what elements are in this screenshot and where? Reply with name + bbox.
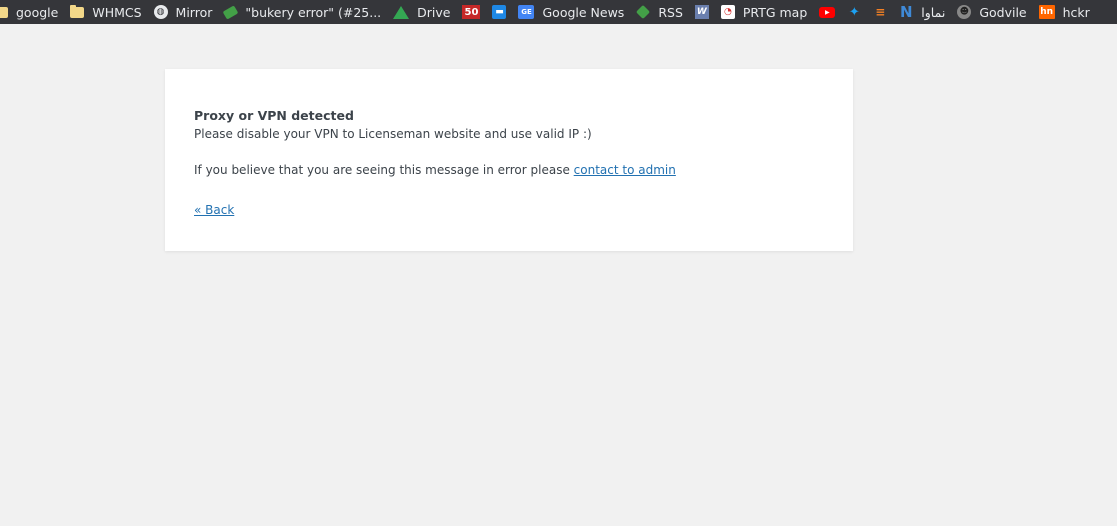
stackoverflow-icon: ≡ bbox=[875, 5, 886, 19]
bookmark-label: hckr bbox=[1062, 4, 1090, 20]
tag-icon bbox=[223, 4, 239, 20]
bookmark-godvile[interactable]: ☻ Godvile bbox=[953, 0, 1034, 24]
word-icon: W bbox=[694, 5, 709, 19]
bookmark-stackoverflow[interactable]: ≡ bbox=[869, 0, 895, 24]
chat-icon: ▬ bbox=[492, 5, 507, 19]
error-help-prefix: If you believe that you are seeing this … bbox=[194, 163, 574, 177]
bookmarks-bar: google WHMCS ◍ Mirror "bukery error" (#2… bbox=[0, 0, 1117, 24]
bookmark-youtube[interactable]: ▶ bbox=[815, 0, 843, 24]
bookmark-label: نماوا bbox=[921, 4, 946, 20]
bookmark-label: Godvile bbox=[979, 4, 1027, 20]
bookmark-label: Google News bbox=[542, 4, 625, 20]
bookmark-word[interactable]: W bbox=[691, 0, 717, 24]
back-paragraph: « Back bbox=[194, 201, 824, 219]
rss-icon bbox=[636, 4, 651, 20]
bookmark-namava[interactable]: N نماوا bbox=[895, 0, 953, 24]
contact-admin-link[interactable]: contact to admin bbox=[574, 163, 676, 177]
folder-icon bbox=[70, 4, 85, 18]
error-title: Proxy or VPN detected bbox=[194, 108, 354, 123]
youtube-icon: ▶ bbox=[819, 6, 836, 18]
bookmark-twitter[interactable]: ✦ bbox=[843, 0, 869, 24]
error-message: Please disable your VPN to Licenseman we… bbox=[194, 127, 592, 141]
hn-icon: hn bbox=[1038, 5, 1055, 19]
google-news-icon: GE bbox=[518, 5, 535, 19]
bookmark-prtg-map[interactable]: ◔ PRTG map bbox=[717, 0, 815, 24]
globe-icon: ◍ bbox=[153, 5, 168, 19]
bookmark-label: google bbox=[16, 4, 59, 20]
folder-icon bbox=[0, 6, 8, 18]
n-icon: N bbox=[900, 3, 913, 21]
bookmark-label: RSS bbox=[658, 4, 683, 20]
back-link[interactable]: « Back bbox=[194, 203, 234, 217]
bookmark-label: WHMCS bbox=[92, 4, 142, 20]
prtg-icon: ◔ bbox=[720, 5, 735, 19]
godvile-icon: ☻ bbox=[957, 5, 972, 19]
bookmark-chat[interactable]: ▬ bbox=[488, 0, 514, 24]
bookmark-bukery-error[interactable]: "bukery error" (#25... bbox=[220, 0, 389, 24]
bookmark-google-news[interactable]: GE Google News bbox=[514, 0, 632, 24]
bookmark-label: Drive bbox=[417, 4, 451, 20]
drive-icon bbox=[393, 5, 410, 19]
bookmark-drive[interactable]: Drive bbox=[389, 0, 458, 24]
bookmark-fifty[interactable]: 50 bbox=[458, 0, 488, 24]
bookmark-rss[interactable]: RSS bbox=[632, 0, 691, 24]
bookmark-google[interactable]: google bbox=[0, 0, 66, 24]
fifty-icon: 50 bbox=[462, 5, 481, 19]
bookmark-label: PRTG map bbox=[742, 4, 808, 20]
bookmark-mirror[interactable]: ◍ Mirror bbox=[150, 0, 221, 24]
bookmark-label: Mirror bbox=[175, 4, 213, 20]
twitter-icon: ✦ bbox=[848, 4, 860, 20]
error-card: Proxy or VPN detected Please disable you… bbox=[165, 69, 853, 251]
error-help-text: If you believe that you are seeing this … bbox=[194, 161, 824, 179]
bookmark-hckr[interactable]: hn hckr bbox=[1035, 0, 1098, 24]
bookmark-whmcs[interactable]: WHMCS bbox=[66, 0, 149, 24]
bookmark-label: "bukery error" (#25... bbox=[245, 4, 382, 20]
